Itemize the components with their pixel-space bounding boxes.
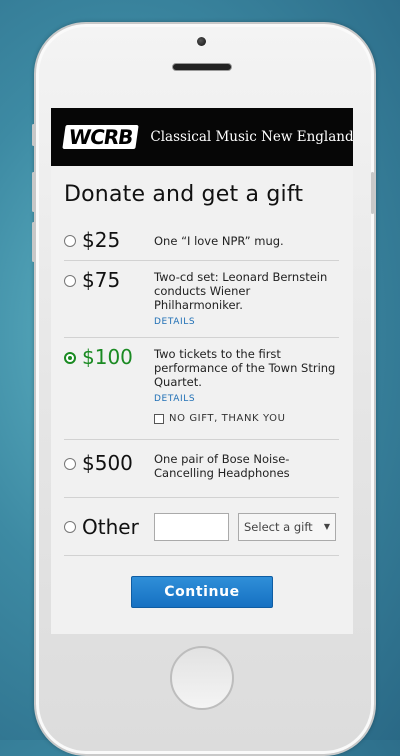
amount-75: $75: [82, 268, 121, 292]
amount-500: $500: [82, 451, 133, 475]
phone-power-button: [371, 172, 374, 214]
phone-volume-down: [32, 222, 35, 262]
option-row-25[interactable]: $25 One “I love NPR” mug.: [64, 221, 339, 261]
gift-description-25: One “I love NPR” mug.: [154, 234, 284, 248]
header-tagline: Classical Music New England: [150, 129, 353, 145]
chevron-down-icon: ▼: [323, 522, 330, 531]
radio-25[interactable]: [64, 235, 76, 247]
earpiece-speaker: [172, 63, 232, 71]
front-camera: [197, 37, 206, 46]
details-link-100[interactable]: DETAILS: [154, 392, 339, 406]
gift-description-100-wrap: Two tickets to the first performance of …: [154, 347, 339, 426]
gift-description-75: Two-cd set: Leonard Bernstein conducts W…: [154, 270, 328, 312]
donation-options: $25 One “I love NPR” mug. $75 Two-cd set…: [64, 221, 339, 556]
gift-select-value: Select a gift: [244, 519, 313, 534]
option-row-100[interactable]: $100 Two tickets to the first performanc…: [64, 338, 339, 440]
phone-screen: WCRB Classical Music New England Donate …: [51, 108, 353, 634]
option-row-other[interactable]: Other Select a gift ▼: [64, 498, 339, 556]
phone-volume-up: [32, 172, 35, 212]
home-button[interactable]: [170, 646, 234, 710]
details-link-75[interactable]: DETAILS: [154, 315, 339, 329]
radio-other[interactable]: [64, 520, 76, 533]
no-gift-checkbox[interactable]: [154, 414, 164, 424]
site-header: WCRB Classical Music New England: [51, 108, 353, 166]
radio-75[interactable]: [64, 275, 76, 287]
radio-500[interactable]: [64, 458, 76, 470]
amount-25: $25: [82, 228, 121, 252]
option-row-75[interactable]: $75 Two-cd set: Leonard Bernstein conduc…: [64, 261, 339, 338]
option-row-500[interactable]: $500 One pair of Bose Noise-Cancelling H…: [64, 440, 339, 498]
gift-description-500: One pair of Bose Noise-Cancelling Headph…: [154, 452, 290, 480]
gift-description-75-wrap: Two-cd set: Leonard Bernstein conducts W…: [154, 270, 339, 329]
amount-100: $100: [82, 345, 133, 369]
other-label: Other: [82, 514, 139, 539]
gift-select[interactable]: Select a gift ▼: [238, 512, 336, 541]
gift-description-100: Two tickets to the first performance of …: [154, 347, 336, 389]
page-title: Donate and get a gift: [64, 182, 304, 207]
no-gift-checkbox-row[interactable]: NO GIFT, THANK YOU: [154, 412, 339, 426]
other-amount-input[interactable]: [154, 512, 229, 541]
phone-side-button: [32, 124, 35, 146]
wcrb-logo[interactable]: WCRB: [62, 125, 140, 149]
radio-100-selected[interactable]: [64, 352, 76, 364]
no-gift-label: NO GIFT, THANK YOU: [169, 413, 286, 424]
continue-button[interactable]: Continue: [131, 576, 273, 608]
